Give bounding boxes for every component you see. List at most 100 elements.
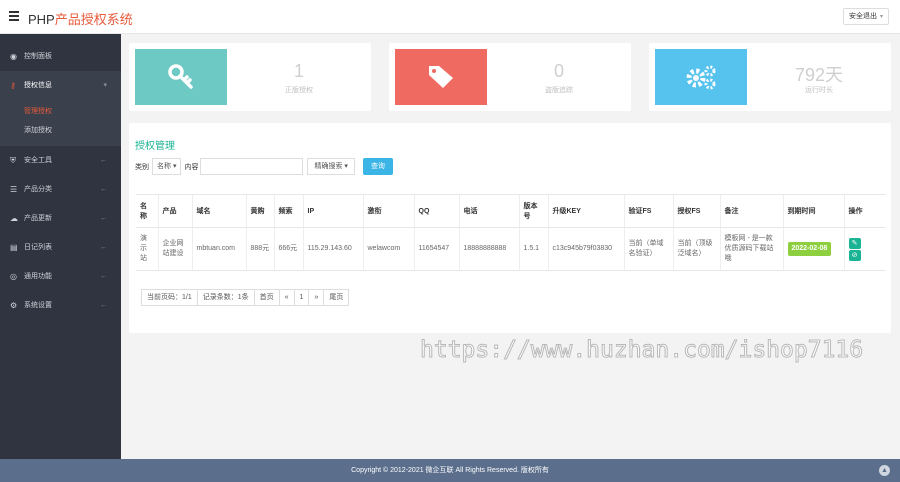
arrow-left-icon: ← <box>100 302 107 309</box>
ban-icon[interactable]: ⊘ <box>848 249 861 261</box>
sidebar-item-license-info[interactable]: ⚷ 授权信息 ▾ <box>0 71 121 100</box>
stat-label: 运行时长 <box>805 87 833 94</box>
cell-upgrade-key: c13c945b79f03830 <box>547 227 624 271</box>
chevron-down-icon: ▾ <box>879 14 883 20</box>
gears-icon: ⚙ <box>10 301 18 310</box>
sidebar-item-security-tools[interactable]: ⛨ 安全工具 ← <box>0 146 121 175</box>
sidebar-item-label: 日记列表 <box>24 244 52 251</box>
arrow-left-icon: ← <box>100 157 107 164</box>
pager-page-button[interactable]: 1 <box>293 289 310 306</box>
cell-name: 演示站 <box>136 227 158 271</box>
category-select[interactable]: 名称 ▾ <box>152 158 182 175</box>
pager-current-page: 当前页码：1/1 <box>141 289 198 306</box>
sidebar-item-dashboard[interactable]: ◉ 控制面板 <box>0 42 121 71</box>
search-bar: 类别 名称 ▾ 内容 精确搜索 ▾ 查询 <box>135 158 393 175</box>
dashboard-icon: ◉ <box>10 52 17 61</box>
stat-card-uptime: 792天 运行时长 <box>649 43 891 111</box>
column-header: 黄购 <box>245 194 274 228</box>
table-row: 演示站 企业网站建设 mbtuan.com 888元 666元 115.29.1… <box>136 227 886 271</box>
license-table: 名称 产品 域名 黄购 频索 IP 激衔 QQ 电话 版本号 升级KEY 验证F… <box>136 194 886 271</box>
column-header: 产品 <box>157 194 192 228</box>
search-button[interactable]: 查询 <box>362 158 393 175</box>
panel-title: 授权管理 <box>135 141 175 152</box>
copyright-text: Copyright © 2012-2021 微企互联 All Rights Re… <box>351 467 549 474</box>
pager-next-button[interactable]: » <box>308 289 325 306</box>
cell-version: 1.5.1 <box>518 227 548 271</box>
column-header: 版本号 <box>518 194 548 228</box>
shield-icon: ⛨ <box>10 156 16 165</box>
key-icon: ⚷ <box>10 81 16 90</box>
cell-account: welawcom <box>362 227 414 271</box>
column-header: 名称 <box>136 194 158 228</box>
column-header: 验证FS <box>623 194 673 228</box>
pager-prev-button[interactable]: « <box>278 289 295 306</box>
expiry-badge: 2022-02-08 <box>787 242 832 256</box>
cloud-icon: ☁ <box>10 214 18 223</box>
content-label: 内容 <box>184 163 199 171</box>
column-header: QQ <box>413 194 459 228</box>
column-header: 备注 <box>719 194 783 228</box>
sidebar-item-system-settings[interactable]: ⚙ 系统设置 ← <box>0 291 121 320</box>
license-management-panel: 授权管理 类别 名称 ▾ 内容 精确搜索 ▾ 查询 名称 产品 域名 黄购 频索… <box>129 123 891 333</box>
column-header: 激衔 <box>362 194 414 228</box>
sidebar-item-product-category[interactable]: ☰ 产品分类 ← <box>0 175 121 204</box>
arrow-left-icon: ← <box>100 273 107 280</box>
top-bar: PHP产品授权系统 安全退出 ▾ <box>0 0 900 34</box>
column-header: 到期时间 <box>782 194 844 228</box>
sidebar-item-label: 授权信息 <box>24 82 52 89</box>
sidebar-item-label: 安全工具 <box>24 157 52 164</box>
menu-toggle-icon[interactable] <box>9 11 19 21</box>
globe-icon: ◎ <box>10 272 17 281</box>
sidebar-item-common-functions[interactable]: ◎ 通用功能 ← <box>0 262 121 291</box>
cell-domain: mbtuan.com <box>191 227 246 271</box>
tag-icon <box>395 49 487 105</box>
gears-icon <box>655 49 747 105</box>
column-header: 频索 <box>273 194 303 228</box>
brand-suffix: 产品授权系统 <box>54 12 133 27</box>
pager-first-button[interactable]: 首页 <box>253 289 280 306</box>
arrow-left-icon: ← <box>100 215 107 222</box>
pager-last-button[interactable]: 尾页 <box>323 289 350 306</box>
column-header: 授权FS <box>672 194 720 228</box>
cell-price-b: 666元 <box>273 227 303 271</box>
column-header: 域名 <box>191 194 246 228</box>
cell-product: 企业网站建设 <box>157 227 192 271</box>
submenu-item-add-license[interactable]: 添加授权 <box>0 121 121 140</box>
stat-label: 正版授权 <box>285 87 313 94</box>
search-mode-value: 精确搜索 <box>314 163 343 170</box>
cell-qq: 11654547 <box>413 227 459 271</box>
sidebar-item-log-list[interactable]: ▤ 日记列表 ← <box>0 233 121 262</box>
category-label: 类别 <box>135 163 149 171</box>
back-to-top-icon[interactable]: ▲ <box>879 465 890 476</box>
cell-phone: 18888888888 <box>458 227 519 271</box>
logout-label: 安全退出 <box>848 13 877 20</box>
column-header: 电话 <box>458 194 519 228</box>
cell-ip: 115.29.143.60 <box>302 227 363 271</box>
edit-icon[interactable]: ✎ <box>848 237 861 249</box>
stat-card-piracy: 0 盗版追踪 <box>389 43 631 111</box>
table-header-row: 名称 产品 域名 黄购 频索 IP 激衔 QQ 电话 版本号 升级KEY 验证F… <box>136 194 886 228</box>
sidebar-item-label: 产品分类 <box>24 186 52 193</box>
pagination: 当前页码：1/1 记录条数：1条 首页 « 1 » 尾页 <box>141 289 350 306</box>
sidebar: ◉ 控制面板 ⚷ 授权信息 ▾ 管理授权 添加授权 ⛨ 安全工具 ← ☰ 产品分… <box>0 34 121 459</box>
stat-value: 1 <box>293 61 304 81</box>
search-mode-select[interactable]: 精确搜索 ▾ <box>307 158 355 175</box>
submenu-item-manage-license[interactable]: 管理授权 <box>0 102 121 121</box>
calendar-icon: ▤ <box>10 243 18 252</box>
cell-license-fs: 当前（顶级泛域名） <box>672 227 720 271</box>
sidebar-item-product-update[interactable]: ☁ 产品更新 ← <box>0 204 121 233</box>
brand-title: PHP产品授权系统 <box>28 9 133 28</box>
sidebar-item-label: 产品更新 <box>24 215 52 222</box>
stat-card-licensed: 1 正版授权 <box>129 43 371 111</box>
sidebar-item-label: 通用功能 <box>24 273 52 280</box>
category-select-value: 名称 <box>157 163 171 170</box>
search-input[interactable] <box>200 158 304 175</box>
cell-remark: 模板网 - 是一款优质源码下载站哦 <box>719 227 783 271</box>
logout-button[interactable]: 安全退出 ▾ <box>842 8 889 25</box>
chevron-down-icon: ▾ <box>344 163 348 170</box>
stat-value: 792天 <box>794 65 844 85</box>
watermark-text: https://www.huzhan.com/ishop7116 <box>419 337 864 364</box>
cell-actions: ✎ ⊘ <box>843 227 886 271</box>
sidebar-submenu: 管理授权 添加授权 <box>0 100 121 146</box>
list-icon: ☰ <box>10 185 18 194</box>
